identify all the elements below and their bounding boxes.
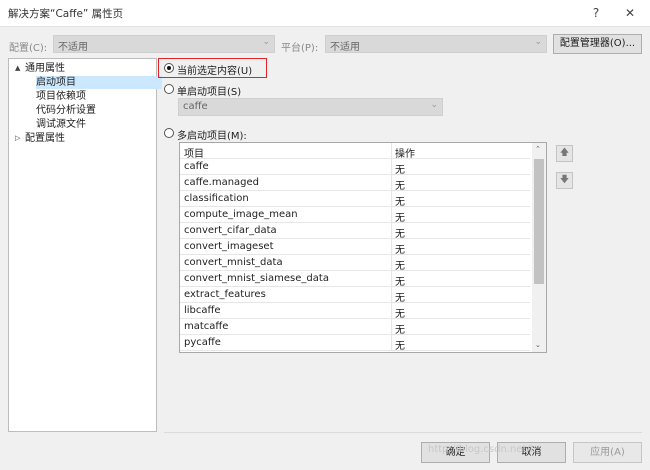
- arrow-up-icon: 🡅: [559, 148, 570, 158]
- table-row[interactable]: classification 无: [180, 191, 530, 208]
- chevron-down-icon: ⌄: [430, 100, 438, 110]
- scrollbar-thumb[interactable]: [534, 159, 544, 284]
- tree-item-startup[interactable]: 启动项目: [36, 76, 162, 89]
- config-manager-button[interactable]: 配置管理器(O)...: [553, 34, 642, 54]
- table-row[interactable]: convert_imageset 无: [180, 239, 530, 256]
- cell-project: caffe.managed: [184, 177, 260, 188]
- cell-project: matcaffe: [184, 321, 229, 332]
- cell-project: caffe: [184, 161, 209, 172]
- column-divider: [391, 287, 392, 302]
- radio-single-startup[interactable]: [164, 84, 174, 94]
- column-divider: [391, 303, 392, 318]
- platform-label: 平台(P):: [281, 43, 319, 54]
- cell-project: compute_image_mean: [184, 209, 298, 220]
- tree-item-dependencies[interactable]: 项目依赖项: [36, 90, 86, 103]
- tree-item-debug-source[interactable]: 调试源文件: [36, 118, 86, 131]
- cell-project: convert_cifar_data: [184, 225, 277, 236]
- scroll-up-icon[interactable]: ⌃: [535, 145, 541, 153]
- cell-action[interactable]: 无: [395, 225, 405, 240]
- cell-project: pycaffe: [184, 337, 221, 348]
- property-tree: ▲ 通用属性 启动项目 项目依赖项 代码分析设置 调试源文件 ▷ 配置属性: [8, 58, 162, 432]
- column-divider: [391, 223, 392, 238]
- column-header-project[interactable]: 项目: [184, 145, 204, 160]
- column-divider: [391, 319, 392, 334]
- table-row[interactable]: extract_features 无: [180, 287, 530, 304]
- radio-multi-startup[interactable]: [164, 128, 174, 138]
- cell-action[interactable]: 无: [395, 177, 405, 192]
- move-down-button[interactable]: 🡇: [556, 172, 573, 189]
- move-up-button[interactable]: 🡅: [556, 145, 573, 162]
- startup-projects-grid: 项目 操作 caffe 无 caffe.managed 无 classification…: [179, 142, 547, 353]
- table-row[interactable]: convert_cifar_data 无: [180, 223, 530, 240]
- platform-dropdown[interactable]: 不适用 ⌄: [325, 35, 547, 53]
- column-divider: [391, 239, 392, 254]
- chevron-down-icon: ⌄: [534, 37, 542, 47]
- table-row[interactable]: caffe 无: [180, 159, 530, 176]
- help-button[interactable]: ?: [585, 2, 607, 24]
- cell-action[interactable]: 无: [395, 161, 405, 176]
- config-dropdown[interactable]: 不适用 ⌄: [53, 35, 275, 53]
- apply-button[interactable]: 应用(A): [573, 442, 642, 463]
- cell-action[interactable]: 无: [395, 241, 405, 256]
- column-divider: [391, 271, 392, 286]
- multi-startup-label[interactable]: 多启动项目(M):: [177, 127, 247, 142]
- scroll-down-icon[interactable]: ⌄: [535, 341, 541, 349]
- single-startup-value: caffe: [183, 101, 208, 112]
- close-button[interactable]: ✕: [619, 2, 641, 24]
- column-divider: [391, 335, 392, 350]
- column-divider: [391, 143, 392, 158]
- table-row[interactable]: caffe.managed 无: [180, 175, 530, 192]
- grid-header: 项目 操作: [180, 143, 530, 160]
- single-startup-dropdown[interactable]: caffe ⌄: [178, 98, 443, 116]
- arrow-down-icon: 🡇: [559, 175, 570, 185]
- tree-group-config[interactable]: 配置属性: [25, 132, 65, 145]
- cell-action[interactable]: 无: [395, 305, 405, 320]
- footer-divider: [164, 432, 642, 433]
- config-value: 不适用: [58, 42, 88, 53]
- cell-action[interactable]: 无: [395, 337, 405, 352]
- watermark-text: http://blog.csdn.net/l...: [428, 444, 543, 455]
- single-startup-label[interactable]: 单启动项目(S): [177, 83, 241, 98]
- cell-action[interactable]: 无: [395, 257, 405, 272]
- table-row[interactable]: compute_image_mean 无: [180, 207, 530, 224]
- column-divider: [391, 191, 392, 206]
- column-divider: [391, 159, 392, 174]
- table-row[interactable]: matcaffe 无: [180, 319, 530, 336]
- table-row[interactable]: libcaffe 无: [180, 303, 530, 320]
- title-bar: 解决方案“Caffe” 属性页 ? ✕: [0, 0, 650, 27]
- cell-project: convert_mnist_siamese_data: [184, 273, 329, 284]
- cell-action[interactable]: 无: [395, 209, 405, 224]
- table-row[interactable]: convert_mnist_data 无: [180, 255, 530, 272]
- column-divider: [391, 255, 392, 270]
- expand-down-icon[interactable]: ▲: [15, 64, 20, 72]
- cell-project: extract_features: [184, 289, 266, 300]
- cell-project: convert_imageset: [184, 241, 274, 252]
- cell-project: libcaffe: [184, 305, 221, 316]
- table-row[interactable]: pycaffe 无: [180, 335, 530, 352]
- platform-value: 不适用: [330, 42, 360, 53]
- cell-project: classification: [184, 193, 249, 204]
- chevron-down-icon: ⌄: [262, 37, 270, 47]
- tree-group-common[interactable]: 通用属性: [25, 62, 65, 75]
- config-label: 配置(C):: [9, 43, 48, 54]
- radio-current-selection[interactable]: [164, 63, 174, 73]
- cell-project: convert_mnist_data: [184, 257, 283, 268]
- cell-action[interactable]: 无: [395, 321, 405, 336]
- column-divider: [391, 207, 392, 222]
- window-title: 解决方案“Caffe” 属性页: [8, 8, 124, 20]
- tree-item-code-analysis[interactable]: 代码分析设置: [36, 104, 96, 117]
- cell-action[interactable]: 无: [395, 289, 405, 304]
- cell-action[interactable]: 无: [395, 273, 405, 288]
- cell-action[interactable]: 无: [395, 193, 405, 208]
- column-divider: [391, 175, 392, 190]
- expand-right-icon[interactable]: ▷: [15, 134, 20, 142]
- column-header-action[interactable]: 操作: [395, 145, 415, 160]
- table-row[interactable]: convert_mnist_siamese_data 无: [180, 271, 530, 288]
- current-selection-label[interactable]: 当前选定内容(U): [177, 62, 252, 77]
